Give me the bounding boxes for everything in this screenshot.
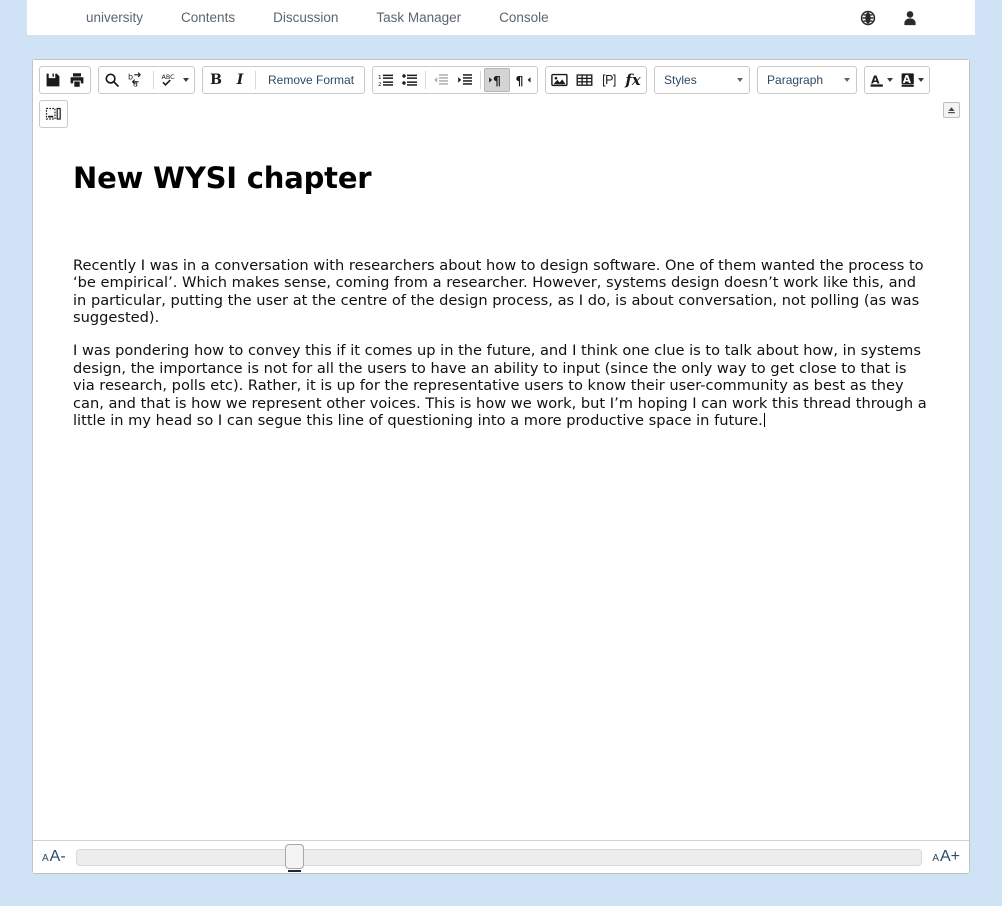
text-cursor — [763, 412, 765, 427]
outdent-button[interactable] — [429, 68, 453, 92]
bold-button[interactable]: B — [204, 68, 228, 92]
italic-button[interactable]: I — [228, 68, 252, 92]
editor-bottom-bar: A A- A A+ — [33, 840, 969, 873]
toolbar-row-1: b a ABC B I Remove Format 1 2 ¶ ¶ [P] fx… — [39, 66, 963, 94]
increase-font-large-a: A+ — [939, 848, 960, 865]
nav-university[interactable]: university — [67, 0, 162, 35]
nav-task-manager[interactable]: Task Manager — [357, 0, 480, 35]
chevron-down-icon — [183, 78, 189, 82]
svg-text:ABC: ABC — [162, 73, 176, 81]
toolbar-group-basic-styles: B I Remove Format — [202, 66, 366, 94]
increase-font-small-a: A — [932, 853, 939, 864]
numbered-list-icon[interactable]: 1 2 — [374, 68, 398, 92]
chevron-down-icon — [918, 78, 925, 82]
placeholder-button[interactable]: [P] — [597, 68, 621, 92]
nav-console[interactable]: Console — [480, 0, 568, 35]
text-color-button[interactable]: A — [866, 68, 897, 92]
slider-tick-mark — [287, 870, 301, 872]
toolbar-group-document — [39, 66, 91, 94]
find-icon[interactable] — [100, 68, 124, 92]
svg-text:¶: ¶ — [493, 73, 501, 88]
header-actions — [860, 10, 918, 26]
toolbar-group-colors: A A — [864, 66, 931, 94]
spellcheck-button[interactable]: ABC — [157, 68, 193, 92]
text-direction-ltr-button[interactable]: ¶ — [484, 68, 511, 92]
toolbar-group-tools — [39, 100, 68, 128]
chevron-down-icon — [887, 78, 894, 82]
wysiwyg-editor: b a ABC B I Remove Format 1 2 ¶ ¶ [P] fx… — [32, 59, 970, 874]
remove-format-button[interactable]: Remove Format — [259, 68, 363, 92]
font-size-slider[interactable] — [75, 844, 923, 872]
user-icon[interactable] — [902, 10, 918, 26]
print-button[interactable] — [65, 68, 89, 92]
globe-icon[interactable] — [860, 10, 876, 26]
replace-icon[interactable]: b a — [124, 68, 150, 92]
document-title[interactable]: New WYSI chapter — [73, 161, 931, 195]
toolbar-separator — [255, 71, 256, 89]
paragraph-format-label: Paragraph — [767, 73, 824, 87]
save-button[interactable] — [41, 68, 65, 92]
indent-button[interactable] — [453, 68, 477, 92]
main-navigation: university Contents Discussion Task Mana… — [67, 0, 568, 35]
chevron-down-icon — [737, 78, 744, 82]
svg-text:2: 2 — [378, 82, 382, 88]
paragraph-format-dropdown[interactable]: Paragraph — [757, 66, 858, 94]
collapse-toolbar-button[interactable] — [943, 102, 960, 118]
decrease-font-small-a: A — [42, 853, 49, 864]
text-direction-rtl-button[interactable]: ¶ — [510, 68, 536, 92]
toolbar-group-insert: [P] fx — [545, 66, 648, 94]
toolbar-row-2 — [39, 100, 963, 128]
svg-text:A: A — [903, 74, 912, 86]
slider-handle[interactable] — [284, 844, 304, 869]
image-icon[interactable] — [547, 68, 572, 92]
table-icon[interactable] — [572, 68, 597, 92]
editor-toolbar: b a ABC B I Remove Format 1 2 ¶ ¶ [P] fx… — [33, 60, 969, 133]
document-editable-area[interactable]: New WYSI chapter Recently I was in a con… — [33, 133, 969, 840]
chevron-down-icon — [844, 78, 851, 82]
math-formula-button[interactable]: fx — [621, 68, 645, 92]
decrease-font-size-button[interactable]: A A- — [42, 848, 66, 866]
increase-font-size-button[interactable]: A A+ — [932, 848, 960, 866]
toolbar-group-paragraph: 1 2 ¶ ¶ — [372, 66, 539, 94]
nav-contents[interactable]: Contents — [162, 0, 254, 35]
document-paragraph-1[interactable]: Recently I was in a conversation with re… — [73, 257, 931, 326]
nav-discussion[interactable]: Discussion — [254, 0, 357, 35]
styles-dropdown-label: Styles — [664, 73, 697, 87]
bulleted-list-icon[interactable] — [398, 68, 422, 92]
background-color-button[interactable]: A — [897, 68, 928, 92]
toolbar-separator — [153, 71, 154, 89]
svg-text:¶: ¶ — [516, 73, 524, 88]
styles-dropdown[interactable]: Styles — [654, 66, 751, 94]
decrease-font-large-a: A- — [49, 848, 66, 865]
toolbar-separator — [480, 71, 482, 89]
show-blocks-icon[interactable] — [41, 102, 66, 126]
document-paragraph-2[interactable]: I was pondering how to convey this if it… — [73, 342, 931, 429]
paragraph-2-text: I was pondering how to convey this if it… — [73, 342, 927, 429]
toolbar-separator — [425, 71, 427, 89]
svg-text:1: 1 — [378, 75, 382, 81]
site-header: university Contents Discussion Task Mana… — [27, 0, 975, 35]
toolbar-group-find: b a ABC — [98, 66, 195, 94]
slider-track[interactable] — [75, 848, 923, 866]
